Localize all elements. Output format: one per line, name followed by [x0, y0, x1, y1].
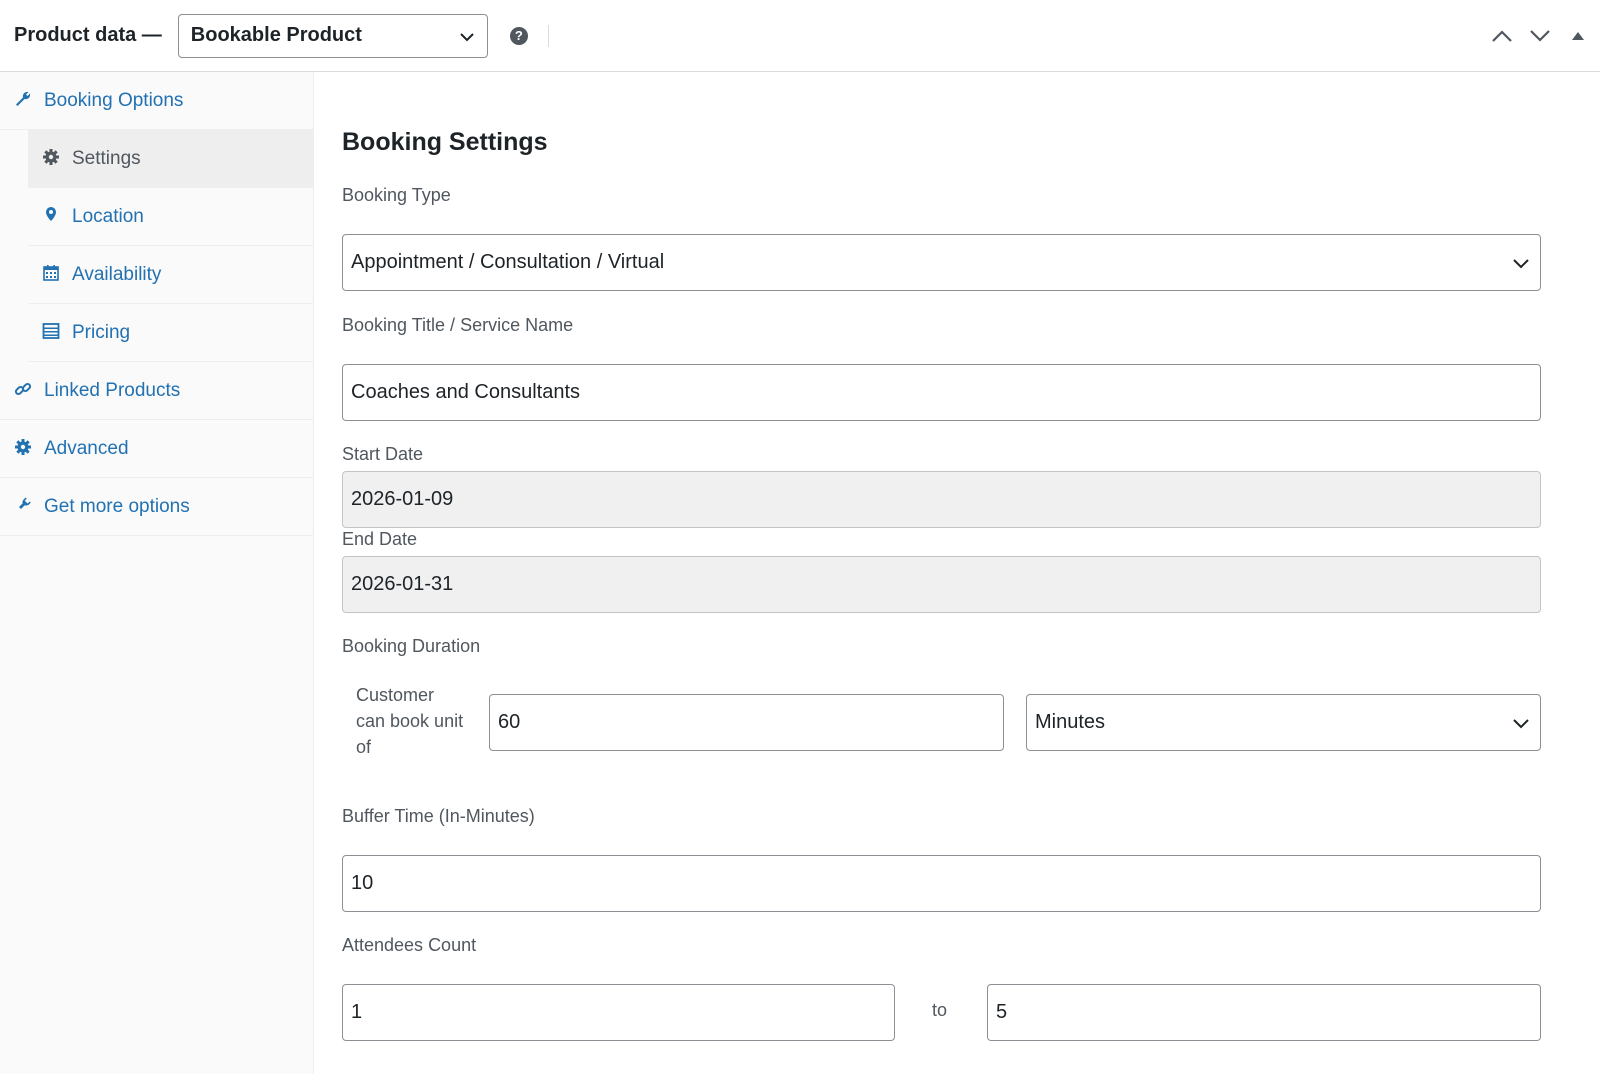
- tab-get-more-options[interactable]: Get more options: [0, 478, 313, 536]
- help-icon[interactable]: ?: [509, 26, 528, 45]
- tab-booking-options-label: Booking Options: [44, 89, 184, 111]
- product-data-tabs: Booking Options Settings Location Availa…: [0, 72, 314, 1074]
- end-date-label: End Date: [342, 529, 418, 549]
- booking-title-label: Booking Title / Service Name: [342, 315, 574, 335]
- attendees-min-value: 1: [351, 1001, 363, 1023]
- move-down-button[interactable]: [1528, 24, 1552, 48]
- tab-booking-options[interactable]: Booking Options: [0, 72, 313, 130]
- link-icon: [14, 382, 32, 396]
- duration-value-input[interactable]: 60: [489, 694, 1004, 751]
- chevron-down-icon: [1513, 719, 1529, 729]
- duration-value: 60: [498, 711, 521, 733]
- attendees-max-input[interactable]: 5: [987, 984, 1541, 1041]
- move-up-button[interactable]: [1490, 24, 1514, 48]
- list-table-icon: [42, 323, 60, 339]
- booking-type-select[interactable]: Appointment / Consultation / Virtual: [342, 234, 1541, 291]
- tab-linked-products-label: Linked Products: [44, 379, 181, 401]
- chevron-down-icon: [1513, 259, 1529, 269]
- gear-icon: [43, 149, 59, 165]
- tab-get-more-options-label: Get more options: [44, 495, 190, 517]
- header-divider: [547, 24, 549, 47]
- tab-pricing[interactable]: Pricing: [28, 304, 313, 362]
- end-date-value: 2026-01-31: [351, 573, 454, 595]
- attendees-count-label: Attendees Count: [342, 935, 477, 955]
- booking-type-label: Booking Type: [342, 185, 451, 205]
- tab-advanced[interactable]: Advanced: [0, 420, 313, 478]
- tab-availability[interactable]: Availability: [28, 246, 313, 304]
- buffer-time-value: 10: [351, 872, 374, 894]
- duration-unit-select[interactable]: Minutes: [1026, 694, 1541, 751]
- tab-advanced-label: Advanced: [44, 437, 129, 459]
- tab-location-label: Location: [72, 205, 144, 227]
- buffer-time-input[interactable]: 10: [342, 855, 1541, 912]
- plugin-icon: [17, 497, 31, 511]
- tab-settings-label: Settings: [72, 147, 141, 169]
- triangle-up-icon: [1572, 32, 1584, 40]
- attendees-to-label: to: [932, 1000, 948, 1020]
- location-pin-icon: [46, 207, 56, 221]
- end-date-input[interactable]: 2026-01-31: [342, 556, 1541, 613]
- tab-linked-products[interactable]: Linked Products: [0, 362, 313, 420]
- product-data-header: Product data — Bookable Product ?: [0, 0, 1600, 72]
- tab-availability-label: Availability: [72, 263, 162, 285]
- chevron-up-icon: [1492, 30, 1512, 42]
- chevron-down-icon: [460, 32, 474, 41]
- buffer-time-label: Buffer Time (In-Minutes): [342, 806, 535, 826]
- duration-unit-value: Minutes: [1035, 711, 1106, 733]
- booking-duration-label: Booking Duration: [342, 636, 481, 656]
- duration-unit-label: Customer can book unit of: [356, 685, 464, 757]
- tab-pricing-label: Pricing: [72, 321, 131, 343]
- booking-type-value: Appointment / Consultation / Virtual: [351, 251, 665, 273]
- start-date-input[interactable]: 2026-01-09: [342, 471, 1541, 528]
- wrench-icon: [16, 91, 31, 106]
- section-title: Booking Settings: [342, 128, 548, 156]
- tab-settings[interactable]: Settings: [28, 130, 313, 188]
- start-date-label: Start Date: [342, 444, 424, 464]
- booking-title-value: Coaches and Consultants: [351, 381, 581, 403]
- header-title: Product data —: [14, 24, 162, 46]
- tab-location[interactable]: Location: [28, 188, 313, 246]
- toggle-panel-button[interactable]: [1566, 24, 1590, 48]
- product-type-select[interactable]: Bookable Product: [177, 13, 488, 58]
- start-date-value: 2026-01-09: [351, 488, 454, 510]
- product-type-value: Bookable Product: [190, 24, 362, 46]
- gear-icon: [15, 439, 31, 455]
- calendar-icon: [43, 265, 59, 281]
- attendees-max-value: 5: [996, 1001, 1008, 1023]
- booking-title-input[interactable]: Coaches and Consultants: [342, 364, 1541, 421]
- panel-controls: [1490, 24, 1590, 48]
- attendees-min-input[interactable]: 1: [342, 984, 895, 1041]
- chevron-down-icon: [1530, 30, 1550, 42]
